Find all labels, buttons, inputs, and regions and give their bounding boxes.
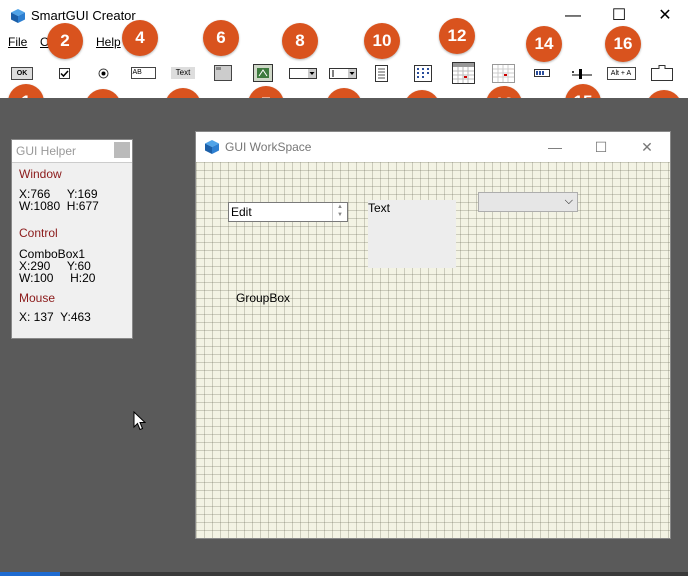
progress-icon bbox=[534, 69, 550, 77]
tool-slider[interactable] bbox=[571, 62, 593, 84]
title-bar: SmartGUI Creator — ☐ ✕ bbox=[0, 0, 688, 32]
callout-badge-8: 8 bbox=[282, 23, 318, 59]
mouse-coords: X: 137 Y:463 bbox=[19, 310, 91, 324]
mouse-cursor-icon bbox=[133, 411, 146, 431]
text-control-label: Text bbox=[368, 201, 391, 215]
gui-helper-close-button[interactable] bbox=[114, 142, 130, 158]
mouse-section-label: Mouse bbox=[19, 291, 56, 305]
gui-helper-title: GUI Helper bbox=[16, 144, 77, 158]
workspace-title: GUI WorkSpace bbox=[225, 140, 312, 154]
callout-badge-12: 12 bbox=[439, 18, 475, 54]
main-window: SmartGUI Creator — ☐ ✕ File Options Help… bbox=[0, 0, 688, 576]
tool-button[interactable]: OK bbox=[10, 62, 34, 84]
text-tool-label: Text bbox=[171, 67, 195, 79]
combobox-control[interactable]: ⌵ bbox=[478, 192, 578, 212]
picture-icon bbox=[214, 65, 232, 81]
design-grid[interactable]: Edit ▲ ▼ Text ⌵ GroupBox bbox=[196, 162, 670, 538]
control-size: W:100 H:20 bbox=[19, 271, 96, 285]
calendar-icon bbox=[451, 62, 475, 84]
callout-badge-16: 16 bbox=[605, 26, 641, 62]
workspace-close-button[interactable]: ✕ bbox=[624, 132, 670, 162]
text-control[interactable]: Text bbox=[368, 200, 456, 268]
tool-dropdownlist[interactable] bbox=[288, 62, 318, 84]
edit-control-text: Edit bbox=[231, 205, 252, 219]
tool-progress[interactable] bbox=[533, 62, 551, 84]
menu-file[interactable]: File bbox=[8, 35, 27, 49]
combobox-icon bbox=[329, 67, 357, 79]
workspace-minimize-button[interactable]: — bbox=[532, 132, 578, 162]
app-cube-icon bbox=[11, 9, 25, 23]
listview-icon bbox=[414, 64, 432, 82]
menu-help[interactable]: Help bbox=[96, 35, 121, 49]
dropdown-icon bbox=[289, 67, 317, 79]
callout-badge-10: 10 bbox=[364, 23, 400, 59]
taskbar-strip bbox=[0, 572, 688, 576]
chevron-down-icon: ⌵ bbox=[564, 195, 573, 207]
radio-icon bbox=[98, 68, 108, 78]
slider-icon bbox=[572, 69, 592, 79]
groupbox-icon bbox=[253, 64, 273, 82]
month-calendar-icon bbox=[491, 63, 515, 83]
updown-spinner[interactable]: ▲ ▼ bbox=[332, 203, 347, 221]
tool-listbox[interactable] bbox=[372, 62, 390, 84]
tab-folder-icon bbox=[651, 65, 673, 81]
tool-picture[interactable] bbox=[212, 62, 234, 84]
workspace-cube-icon bbox=[205, 140, 219, 154]
window-title: SmartGUI Creator bbox=[31, 8, 136, 23]
tool-radio[interactable] bbox=[95, 62, 111, 84]
control-section-label: Control bbox=[19, 226, 58, 240]
tool-datetime[interactable] bbox=[450, 62, 476, 84]
edit-control[interactable]: Edit ▲ ▼ bbox=[228, 202, 348, 222]
workspace-maximize-button[interactable]: ☐ bbox=[578, 132, 624, 162]
tool-combobox[interactable] bbox=[328, 62, 358, 84]
callout-badge-4: 4 bbox=[122, 20, 158, 56]
gui-helper-panel: GUI Helper Window X:766 Y:169 W:1080 H:6… bbox=[11, 139, 133, 339]
tool-text[interactable]: Text bbox=[170, 62, 196, 84]
listbox-icon bbox=[374, 64, 388, 82]
tool-tab[interactable] bbox=[650, 62, 674, 84]
hotkey-tool-label: Alt + A bbox=[606, 66, 636, 80]
edit-tool-label: AB bbox=[130, 67, 156, 79]
tool-listview[interactable] bbox=[412, 62, 434, 84]
window-size: W:1080 H:677 bbox=[19, 199, 99, 213]
button-label: OK bbox=[11, 66, 33, 80]
tool-edit[interactable]: AB bbox=[130, 62, 156, 84]
callout-badge-2: 2 bbox=[47, 23, 83, 59]
minimize-button[interactable]: — bbox=[550, 0, 596, 32]
tool-monthcal[interactable] bbox=[490, 62, 516, 84]
close-button[interactable]: ✕ bbox=[642, 0, 688, 32]
callout-badge-14: 14 bbox=[526, 26, 562, 62]
tool-hotkey[interactable]: Alt + A bbox=[606, 62, 636, 84]
tool-groupbox[interactable] bbox=[252, 62, 274, 84]
window-section-label: Window bbox=[19, 167, 62, 181]
toolbar: OK AB Text Alt + A 2 4 6 8 10 12 14 16 bbox=[0, 18, 688, 126]
callout-badge-6: 6 bbox=[203, 20, 239, 56]
tool-checkbox[interactable] bbox=[56, 62, 72, 84]
groupbox-label[interactable]: GroupBox bbox=[236, 291, 290, 305]
gui-workspace-window: GUI WorkSpace — ☐ ✕ Edit ▲ ▼ Text ⌵ Group… bbox=[195, 131, 671, 539]
gui-helper-titlebar[interactable]: GUI Helper bbox=[12, 140, 132, 163]
menu-bar: File Options Help bbox=[0, 32, 688, 52]
workspace-titlebar[interactable]: GUI WorkSpace — ☐ ✕ bbox=[196, 132, 670, 162]
checkbox-icon bbox=[58, 67, 70, 79]
